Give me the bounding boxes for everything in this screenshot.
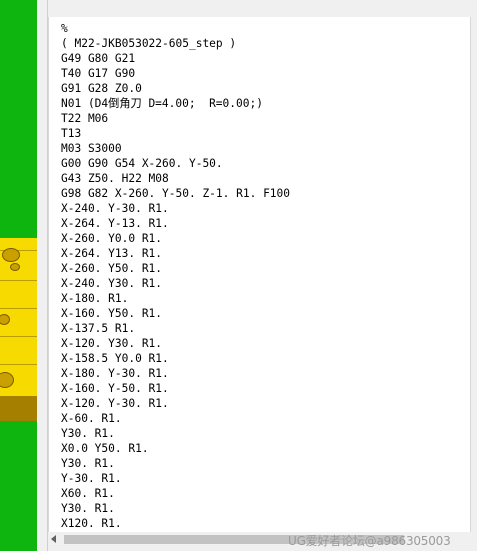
code-line: G00 G90 G54 X-260. Y-50.	[61, 157, 223, 170]
code-line: G98 G82 X-260. Y-50. Z-1. R1. F100	[61, 187, 291, 200]
code-line: Y30. R1.	[61, 502, 115, 515]
code-line: X0.0 Y50. R1.	[61, 442, 149, 455]
part-hole	[0, 372, 14, 388]
code-line: X120. R1.	[61, 517, 122, 530]
part-hole	[0, 314, 10, 325]
part-hole	[10, 263, 20, 271]
code-line: Y30. R1.	[61, 457, 115, 470]
code-line: X-240. Y-30. R1.	[61, 202, 169, 215]
code-line: X-137.5 R1.	[61, 322, 136, 335]
code-line: G43 Z50. H22 M08	[61, 172, 169, 185]
code-line: X-264. Y-13. R1.	[61, 217, 169, 230]
code-line: Y30. R1.	[61, 427, 115, 440]
watermark: UG爱好者论坛@a986305003	[288, 534, 451, 548]
code-line: X-240. Y30. R1.	[61, 277, 163, 290]
code-line: ( M22-JKB053022-605_step )	[61, 37, 237, 50]
code-line: X-180. R1.	[61, 292, 129, 305]
part-edge	[0, 308, 37, 309]
code-line: X-160. Y-50. R1.	[61, 382, 169, 395]
code-lines: % ( M22-JKB053022-605_step ) G49 G80 G21 T4…	[61, 21, 290, 531]
nc-code-editor[interactable]: % ( M22-JKB053022-605_step ) G49 G80 G21 T4…	[48, 17, 471, 532]
code-line: T13	[61, 127, 82, 140]
code-line: M03 S3000	[61, 142, 122, 155]
code-line: T22 M06	[61, 112, 109, 125]
code-line: X60. R1.	[61, 487, 115, 500]
part-hole	[2, 248, 20, 262]
code-line: Y-30. R1.	[61, 472, 122, 485]
part-base	[0, 396, 37, 421]
code-line: G49 G80 G21	[61, 52, 136, 65]
part-edge	[0, 336, 37, 337]
scroll-left-arrow-icon[interactable]	[51, 535, 56, 543]
part-edge	[0, 280, 37, 281]
code-line: X-120. Y-30. R1.	[61, 397, 169, 410]
code-line: X-260. Y0.0 R1.	[61, 232, 163, 245]
code-line: X-158.5 Y0.0 R1.	[61, 352, 169, 365]
code-line: X-160. Y50. R1.	[61, 307, 163, 320]
code-line: N01 (D4倒角刀 D=4.00; R=0.00;)	[61, 97, 263, 110]
part-edge	[0, 364, 37, 365]
code-line: X-264. Y13. R1.	[61, 247, 163, 260]
code-line: X-260. Y50. R1.	[61, 262, 163, 275]
code-line: X-180. Y-30. R1.	[61, 367, 169, 380]
code-line: X-60. R1.	[61, 412, 122, 425]
code-line: %	[61, 22, 68, 35]
code-line: G91 G28 Z0.0	[61, 82, 142, 95]
code-line: T40 G17 G90	[61, 67, 136, 80]
part-model-view	[0, 238, 37, 421]
code-line: X-120. Y30. R1.	[61, 337, 163, 350]
